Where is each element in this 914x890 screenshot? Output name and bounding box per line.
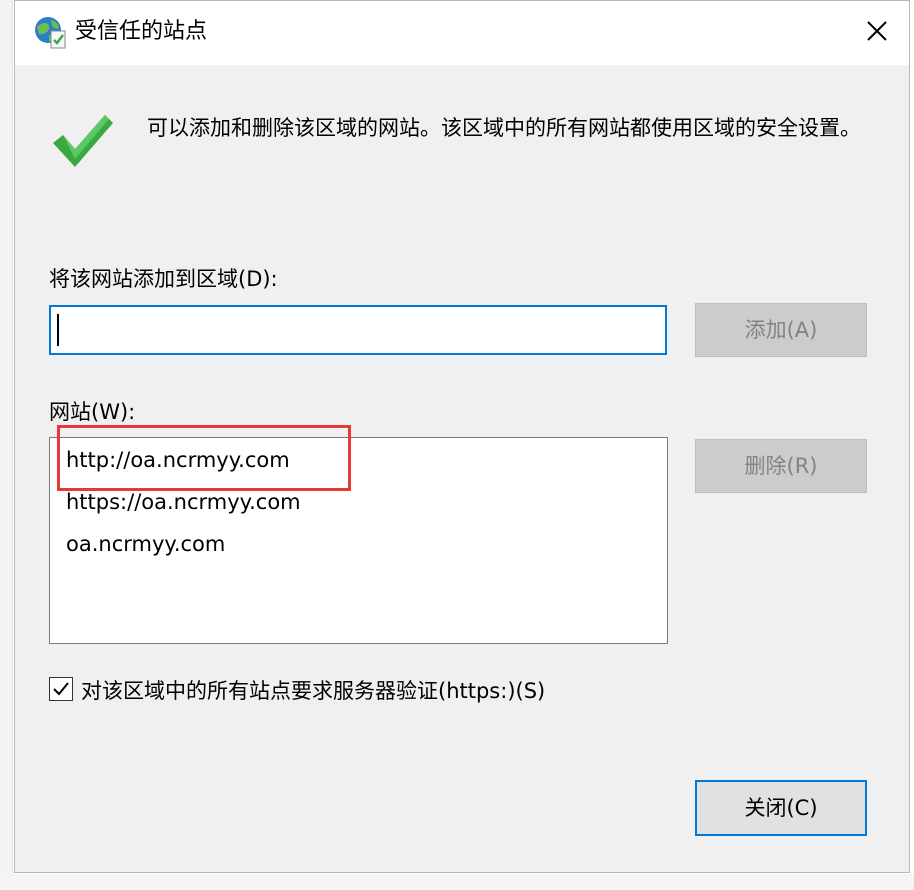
background-window-bottom [0, 874, 914, 890]
add-site-label: 将该网站添加到区域(D): [49, 267, 278, 291]
require-https-label[interactable]: 对该区域中的所有站点要求服务器验证(https:)(S) [81, 675, 545, 705]
title-bar: 受信任的站点 [15, 1, 909, 65]
list-item[interactable]: https://oa.ncrmyy.com [66, 490, 301, 514]
websites-label: 网站(W): [49, 400, 136, 424]
green-checkmark-icon [49, 107, 117, 175]
trusted-sites-dialog: 受信任的站点 可以添加和删除该区域的网站。该区域中的所有网站都使用区域的安全设置… [14, 0, 910, 873]
add-site-input[interactable] [49, 305, 667, 355]
annotation-highlight-box [57, 425, 351, 491]
background-window-edge [0, 0, 13, 890]
close-button[interactable]: 关闭(C) [695, 780, 867, 836]
list-item[interactable]: oa.ncrmyy.com [66, 532, 225, 556]
remove-button[interactable]: 删除(R) [695, 439, 867, 493]
require-https-checkbox[interactable] [49, 677, 73, 701]
close-window-icon[interactable] [859, 13, 895, 49]
dialog-title: 受信任的站点 [75, 19, 208, 44]
add-button[interactable]: 添加(A) [695, 303, 867, 357]
text-caret [57, 314, 59, 346]
zone-description: 可以添加和删除该区域的网站。该区域中的所有网站都使用区域的安全设置。 [147, 116, 861, 140]
trusted-sites-globe-icon [33, 15, 67, 49]
